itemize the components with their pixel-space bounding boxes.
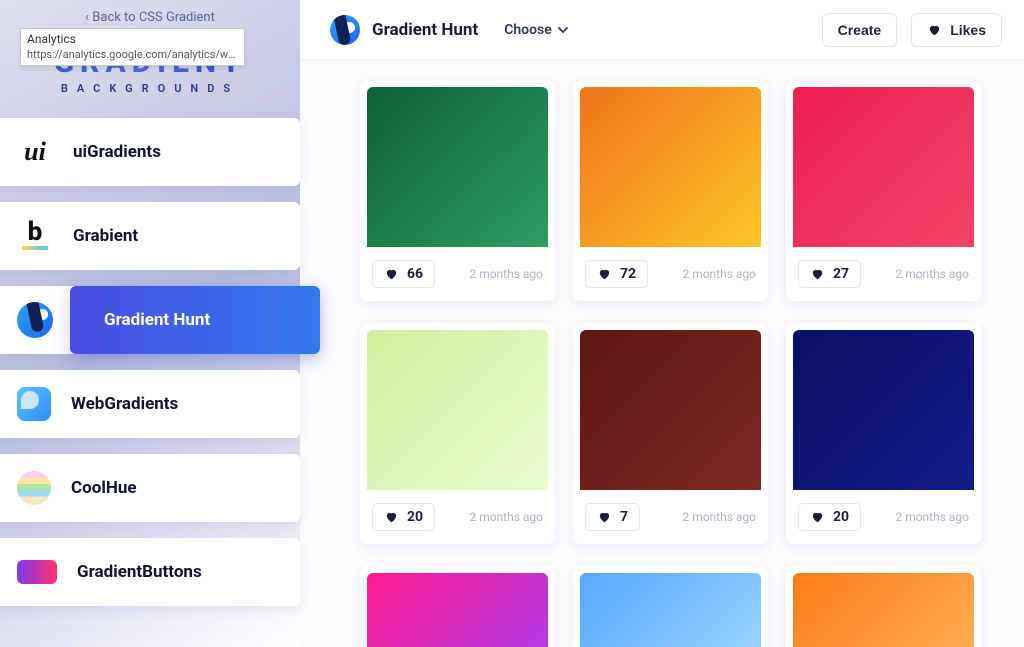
card-meta: 66 2 months ago (360, 247, 555, 301)
sidebar-item-label: CoolHue (71, 478, 137, 498)
gradient-swatch[interactable] (580, 573, 761, 647)
choose-dropdown[interactable]: Choose (504, 22, 568, 38)
gradient-card[interactable]: 20 2 months ago (360, 323, 555, 544)
tooltip-title: Analytics (27, 32, 238, 48)
sidebar-active-badge: Gradient Hunt (70, 286, 320, 354)
create-label: Create (838, 22, 882, 38)
sidebar-item-label: GradientButtons (77, 562, 202, 582)
gradient-swatch[interactable] (367, 573, 548, 647)
gradient-card[interactable]: 66 2 months ago (360, 80, 555, 301)
like-count: 20 (407, 509, 423, 525)
topbar-brand[interactable]: Gradient Hunt (330, 15, 478, 45)
gradient-swatch[interactable] (793, 87, 974, 247)
gradient-card[interactable]: 72 2 months ago (573, 80, 768, 301)
sidebar-item-webgradients[interactable]: WebGradients (0, 370, 300, 438)
heart-icon (597, 510, 612, 524)
heart-icon (384, 510, 399, 524)
like-button[interactable]: 72 (585, 260, 648, 288)
like-count: 72 (620, 266, 636, 282)
heart-icon (810, 267, 825, 281)
like-button[interactable]: 7 (585, 503, 640, 531)
heart-icon (810, 510, 825, 524)
heart-icon (927, 23, 942, 37)
card-meta: 72 2 months ago (573, 247, 768, 301)
time-ago: 2 months ago (895, 510, 969, 524)
sidebar-item-gradientbuttons[interactable]: GradientButtons (0, 538, 300, 606)
gradient-card[interactable]: 27 2 months ago (786, 80, 981, 301)
sidebar-item-label: Grabient (73, 226, 138, 246)
uigradients-icon: ui (17, 134, 53, 170)
like-button[interactable]: 66 (372, 260, 435, 288)
gradient-card[interactable] (360, 566, 555, 647)
sidebar: ‹ Back to CSS Gradient Analytics https:/… (0, 0, 300, 647)
card-meta: 20 2 months ago (360, 490, 555, 544)
card-meta: 20 2 months ago (786, 490, 981, 544)
gradient-swatch[interactable] (793, 573, 974, 647)
chevron-down-icon (558, 25, 568, 35)
like-button[interactable]: 27 (798, 260, 861, 288)
sidebar-item-label: WebGradients (71, 394, 178, 414)
card-meta: 7 2 months ago (573, 490, 768, 544)
gradient-swatch[interactable] (580, 330, 761, 490)
heart-icon (384, 267, 399, 281)
topbar-brand-name: Gradient Hunt (372, 20, 478, 40)
time-ago: 2 months ago (469, 510, 543, 524)
gradient-swatch[interactable] (367, 330, 548, 490)
gradientbuttons-icon (17, 560, 57, 584)
heart-icon (597, 267, 612, 281)
tooltip-url: https://analytics.google.com/analytics/w… (27, 48, 238, 62)
gradient-swatch[interactable] (793, 330, 974, 490)
coolhue-icon (17, 471, 51, 505)
gradient-card[interactable]: 20 2 months ago (786, 323, 981, 544)
sidebar-list: ui uiGradients b Grabient Gradient Hunt … (0, 118, 300, 606)
gradient-card[interactable] (786, 566, 981, 647)
card-meta: 27 2 months ago (786, 247, 981, 301)
like-count: 66 (407, 266, 423, 282)
gradient-card[interactable] (573, 566, 768, 647)
grabient-icon: b (17, 218, 53, 254)
link-preview-tooltip: Analytics https://analytics.google.com/a… (20, 28, 245, 66)
gradient-hunt-icon (17, 302, 53, 338)
sidebar-item-uigradients[interactable]: ui uiGradients (0, 118, 300, 186)
topbar: Gradient Hunt Choose Create Likes (300, 0, 1024, 60)
likes-label: Likes (950, 22, 986, 38)
like-count: 27 (833, 266, 849, 282)
gradient-swatch[interactable] (367, 87, 548, 247)
time-ago: 2 months ago (895, 267, 969, 281)
gradient-card[interactable]: 7 2 months ago (573, 323, 768, 544)
time-ago: 2 months ago (682, 267, 756, 281)
like-button[interactable]: 20 (372, 503, 435, 531)
time-ago: 2 months ago (469, 267, 543, 281)
likes-button[interactable]: Likes (911, 13, 1002, 47)
create-button[interactable]: Create (822, 13, 898, 47)
like-count: 20 (833, 509, 849, 525)
sidebar-item-label: uiGradients (73, 142, 161, 162)
sidebar-item-grabient[interactable]: b Grabient (0, 202, 300, 270)
sidebar-item-coolhue[interactable]: CoolHue (0, 454, 300, 522)
time-ago: 2 months ago (682, 510, 756, 524)
choose-label: Choose (504, 22, 552, 38)
like-button[interactable]: 20 (798, 503, 861, 531)
gradient-hunt-icon (330, 15, 360, 45)
gradient-swatch[interactable] (580, 87, 761, 247)
brand-subtitle: BACKGROUNDS (61, 82, 239, 95)
gradient-grid: 66 2 months ago 72 2 months ago 27 2 months a… (300, 60, 1024, 647)
back-link[interactable]: ‹ Back to CSS Gradient (85, 10, 215, 25)
webgradients-icon (17, 387, 51, 421)
sidebar-item-gradienthunt[interactable]: Gradient Hunt (0, 286, 320, 354)
like-count: 7 (620, 509, 628, 525)
sidebar-item-label: Gradient Hunt (104, 310, 210, 330)
main-content: Gradient Hunt Choose Create Likes 66 2 mo… (300, 0, 1024, 647)
